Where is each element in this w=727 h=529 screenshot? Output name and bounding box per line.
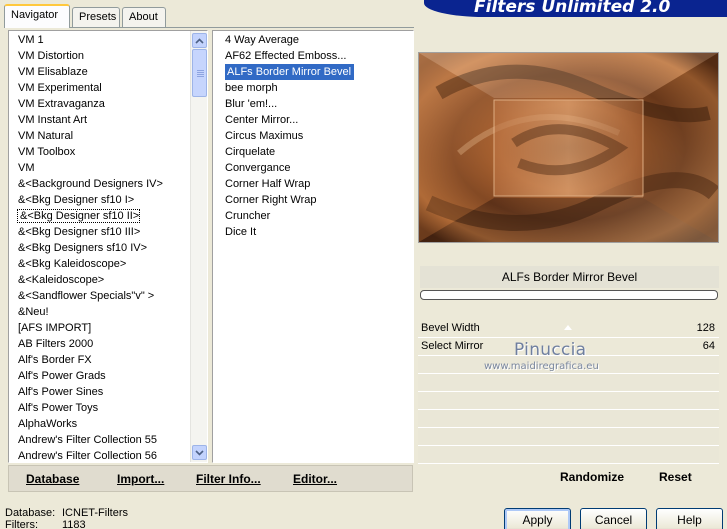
category-item[interactable]: VM 1 [16,32,189,48]
filter-items: 4 Way Average AF62 Effected Emboss... ALFs… [223,32,408,240]
category-item[interactable]: &<Bkg Designer sf10 II> [16,208,189,224]
filter-item[interactable]: AF62 Effected Emboss... [223,48,408,64]
category-item[interactable]: Alf's Power Grads [16,368,189,384]
status-database: Database: ICNET-Filters [5,507,128,519]
param-row-bevel-width[interactable]: Bevel Width 128 [418,320,719,338]
selected-category-label: &<Bkg Designer sf10 II> [16,209,141,223]
chevron-up-icon [195,37,204,44]
param-value: 64 [702,340,715,352]
category-item[interactable]: VM Elisablaze [16,64,189,80]
randomize-button[interactable]: Randomize [560,470,624,484]
category-item[interactable]: Alf's Border FX [16,352,189,368]
category-items: VM 1 VM Distortion VM Elisablaze VM Experim… [16,32,189,464]
list-toolbar: Database Import... Filter Info... Editor… [8,465,413,492]
filter-item[interactable]: Center Mirror... [223,112,408,128]
category-item[interactable]: &<Bkg Kaleidoscope> [16,256,189,272]
tab-navigator[interactable]: Navigator [4,4,70,28]
category-item[interactable]: &Neu! [16,304,189,320]
import-button[interactable]: Import... [117,472,164,486]
help-button[interactable]: Help [656,508,723,529]
progress-bar [420,290,718,300]
preview-frame [418,52,720,243]
tab-about[interactable]: About [122,7,166,27]
reset-button[interactable]: Reset [659,470,692,484]
editor-button[interactable]: Editor... [293,472,337,486]
cancel-button[interactable]: Cancel [580,508,647,529]
param-row-empty [418,428,719,446]
filter-info-button[interactable]: Filter Info... [196,472,261,486]
category-item[interactable]: VM Natural [16,128,189,144]
filter-item[interactable]: Cruncher [223,208,408,224]
database-button[interactable]: Database [26,472,79,486]
status-filters-value: 1183 [62,519,86,529]
filter-item[interactable]: Corner Half Wrap [223,176,408,192]
selected-filter-label: ALFs Border Mirror Bevel [225,64,355,80]
category-item[interactable]: [AFS IMPORT] [16,320,189,336]
scroll-thumb[interactable] [192,49,207,97]
category-item[interactable]: &<Sandflower Specials"v" > [16,288,189,304]
category-item[interactable]: Andrew's Filter Collection 55 [16,432,189,448]
category-item[interactable]: &<Bkg Designer sf10 I> [16,192,189,208]
filter-item[interactable]: Corner Right Wrap [223,192,408,208]
filter-item[interactable]: Circus Maximus [223,128,408,144]
filter-item[interactable]: Convergance [223,160,408,176]
param-value: 128 [696,322,715,334]
param-label: Select Mirror [421,340,484,352]
category-item[interactable]: Alf's Power Sines [16,384,189,400]
slider-marker-icon[interactable] [564,322,572,330]
status-database-label: Database: [5,507,56,519]
filter-item[interactable]: Blur 'em!... [223,96,408,112]
param-row-empty [418,446,719,464]
category-item[interactable]: VM Experimental [16,80,189,96]
category-scrollbar[interactable] [190,31,207,462]
status-filters-label: Filters: [5,519,38,529]
filter-item[interactable]: bee morph [223,80,408,96]
category-item[interactable]: VM [16,160,189,176]
watermark-name: Pinuccia [514,340,587,360]
preview-image [419,53,720,242]
tab-presets[interactable]: Presets [72,7,120,27]
category-item[interactable]: VM Instant Art [16,112,189,128]
scroll-down-button[interactable] [192,445,207,460]
param-row-empty [418,374,719,392]
filter-item[interactable]: Dice It [223,224,408,240]
category-item[interactable]: &<Bkg Designer sf10 III> [16,224,189,240]
scroll-up-button[interactable] [192,33,207,48]
category-item[interactable]: &<Background Designers IV> [16,176,189,192]
category-item[interactable]: AlphaWorks [16,416,189,432]
category-item[interactable]: AB Filters 2000 [16,336,189,352]
chevron-down-icon [195,449,204,456]
category-item[interactable]: &<Bkg Designers sf10 IV> [16,240,189,256]
category-item[interactable]: Alf's Power Toys [16,400,189,416]
category-item[interactable]: VM Distortion [16,48,189,64]
param-row-empty [418,392,719,410]
apply-button[interactable]: Apply [504,508,571,529]
filter-item[interactable]: ALFs Border Mirror Bevel [223,64,408,80]
app-banner: Filters Unlimited 2.0 [424,0,727,17]
category-item[interactable]: VM Toolbox [16,144,189,160]
watermark-url: www.maidiregrafica.eu [484,361,599,372]
param-label: Bevel Width [421,322,480,334]
status-filters: Filters: 1183 [5,519,86,529]
status-database-value: ICNET-Filters [62,507,128,519]
category-item[interactable]: VM Extravaganza [16,96,189,112]
category-item[interactable]: &<Kaleidoscope> [16,272,189,288]
filter-name-label: ALFs Border Mirror Bevel [420,266,719,288]
filter-list[interactable]: 4 Way Average AF62 Effected Emboss... ALFs… [212,30,414,463]
filter-item[interactable]: 4 Way Average [223,32,408,48]
filter-item[interactable]: Cirquelate [223,144,408,160]
category-item[interactable]: Andrew's Filter Collection 56 [16,448,189,464]
param-row-empty [418,410,719,428]
category-list[interactable]: VM 1 VM Distortion VM Elisablaze VM Experim… [8,30,208,463]
